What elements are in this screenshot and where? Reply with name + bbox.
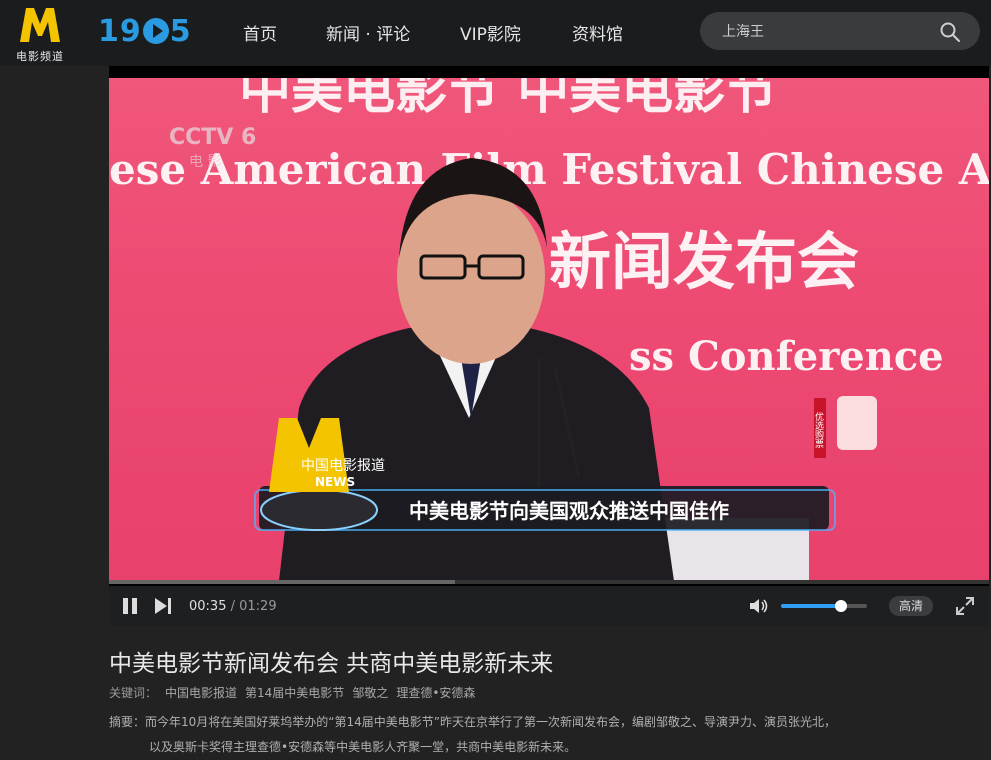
bg-text-cn2: 新闻发布会 (549, 225, 859, 298)
quality-button[interactable]: 高清 (889, 596, 933, 616)
time-separator: / (226, 599, 240, 614)
summary-line-2: 以及奥斯卡奖得主理查德•安德森等中美电影人齐聚一堂，共商中美电影新未来。 (149, 740, 577, 754)
control-bar: 00:35 / 01:29 高清 (109, 586, 989, 626)
volume-icon[interactable] (749, 597, 769, 615)
progress-fill (109, 580, 455, 584)
volume-knob[interactable] (835, 600, 848, 612)
nav-item-home[interactable]: 首页 (243, 20, 277, 45)
search-box (700, 12, 980, 50)
logo-play-icon (142, 18, 169, 44)
logo-1905-digits-a: 19 (98, 13, 142, 49)
video-frame[interactable]: 中美电影节 中美电影节 ese American Film Festival C… (109, 78, 989, 581)
current-time: 00:35 (189, 599, 227, 614)
nav-item-vip[interactable]: VIP影院 (460, 20, 521, 45)
next-icon[interactable] (153, 597, 173, 615)
nav-item-news[interactable]: 新闻 · 评论 (326, 20, 410, 45)
keyword-tag[interactable]: 邹敬之 (352, 686, 388, 700)
video-scene: 中美电影节 中美电影节 ese American Film Festival C… (109, 78, 989, 581)
video-caption: 中美电影节向美国观众推送中国佳作 (409, 499, 729, 523)
progress-track[interactable] (109, 580, 989, 584)
video-title: 中美电影节新闻发布会 共商中美电影新未来 (109, 651, 554, 677)
bg-text-top: 中美电影节 中美电影节 (239, 78, 777, 121)
summary: 摘要：而今年10月将在美国好莱坞举办的“第14届中美电影节”昨天在京举行了第一次… (109, 710, 974, 760)
nav-item-archive[interactable]: 资料馆 (572, 20, 623, 45)
program-name: 中国电影报道 (301, 458, 385, 474)
ticket-badge-icon (837, 396, 877, 450)
top-bar: 电影频道 19 5 首页 新闻 · 评论 VIP影院 资料馆 (0, 0, 991, 66)
keyword-tag[interactable]: 第14届中美电影节 (245, 686, 344, 700)
keywords-row: 关键词： 中国电影报道 第14届中美电影节 邹敬之 理查德•安德森 (109, 684, 475, 701)
fullscreen-icon[interactable] (955, 596, 975, 616)
program-news: NEWS (315, 475, 355, 489)
m-logo-icon (20, 8, 60, 42)
channel-logo: CCTV 6 (169, 125, 256, 150)
keyword-tag[interactable]: 理查德•安德森 (396, 686, 475, 700)
summary-line-1: 而今年10月将在美国好莱坞举办的“第14届中美电影节”昨天在京举行了第一次新闻发… (145, 715, 836, 729)
search-icon[interactable] (940, 22, 960, 42)
movie-channel-logo[interactable]: 电影频道 (14, 6, 66, 63)
time-display: 00:35 / 01:29 (189, 599, 277, 614)
logo-caption: 电影频道 (16, 50, 64, 63)
volume-slider[interactable] (781, 600, 867, 612)
total-time: 01:29 (239, 599, 277, 614)
side-badge: 优选购票 (813, 411, 824, 448)
channel-sub: 电 影 (189, 154, 221, 170)
keyword-tag[interactable]: 中国电影报道 (165, 686, 237, 700)
logo-1905-digits-b: 5 (169, 13, 192, 49)
search-input[interactable] (722, 22, 922, 40)
summary-label: 摘要： (109, 715, 146, 729)
bg-text-en2: ss Conference (629, 333, 944, 380)
bg-text-en1: ese American Film Festival Chinese A (109, 145, 989, 194)
keywords-label: 关键词： (109, 686, 158, 700)
pause-icon[interactable] (121, 597, 139, 615)
volume-fill (781, 604, 842, 608)
logo-1905[interactable]: 19 5 (98, 13, 192, 49)
video-player[interactable]: 中美电影节 中美电影节 ese American Film Festival C… (109, 66, 989, 626)
